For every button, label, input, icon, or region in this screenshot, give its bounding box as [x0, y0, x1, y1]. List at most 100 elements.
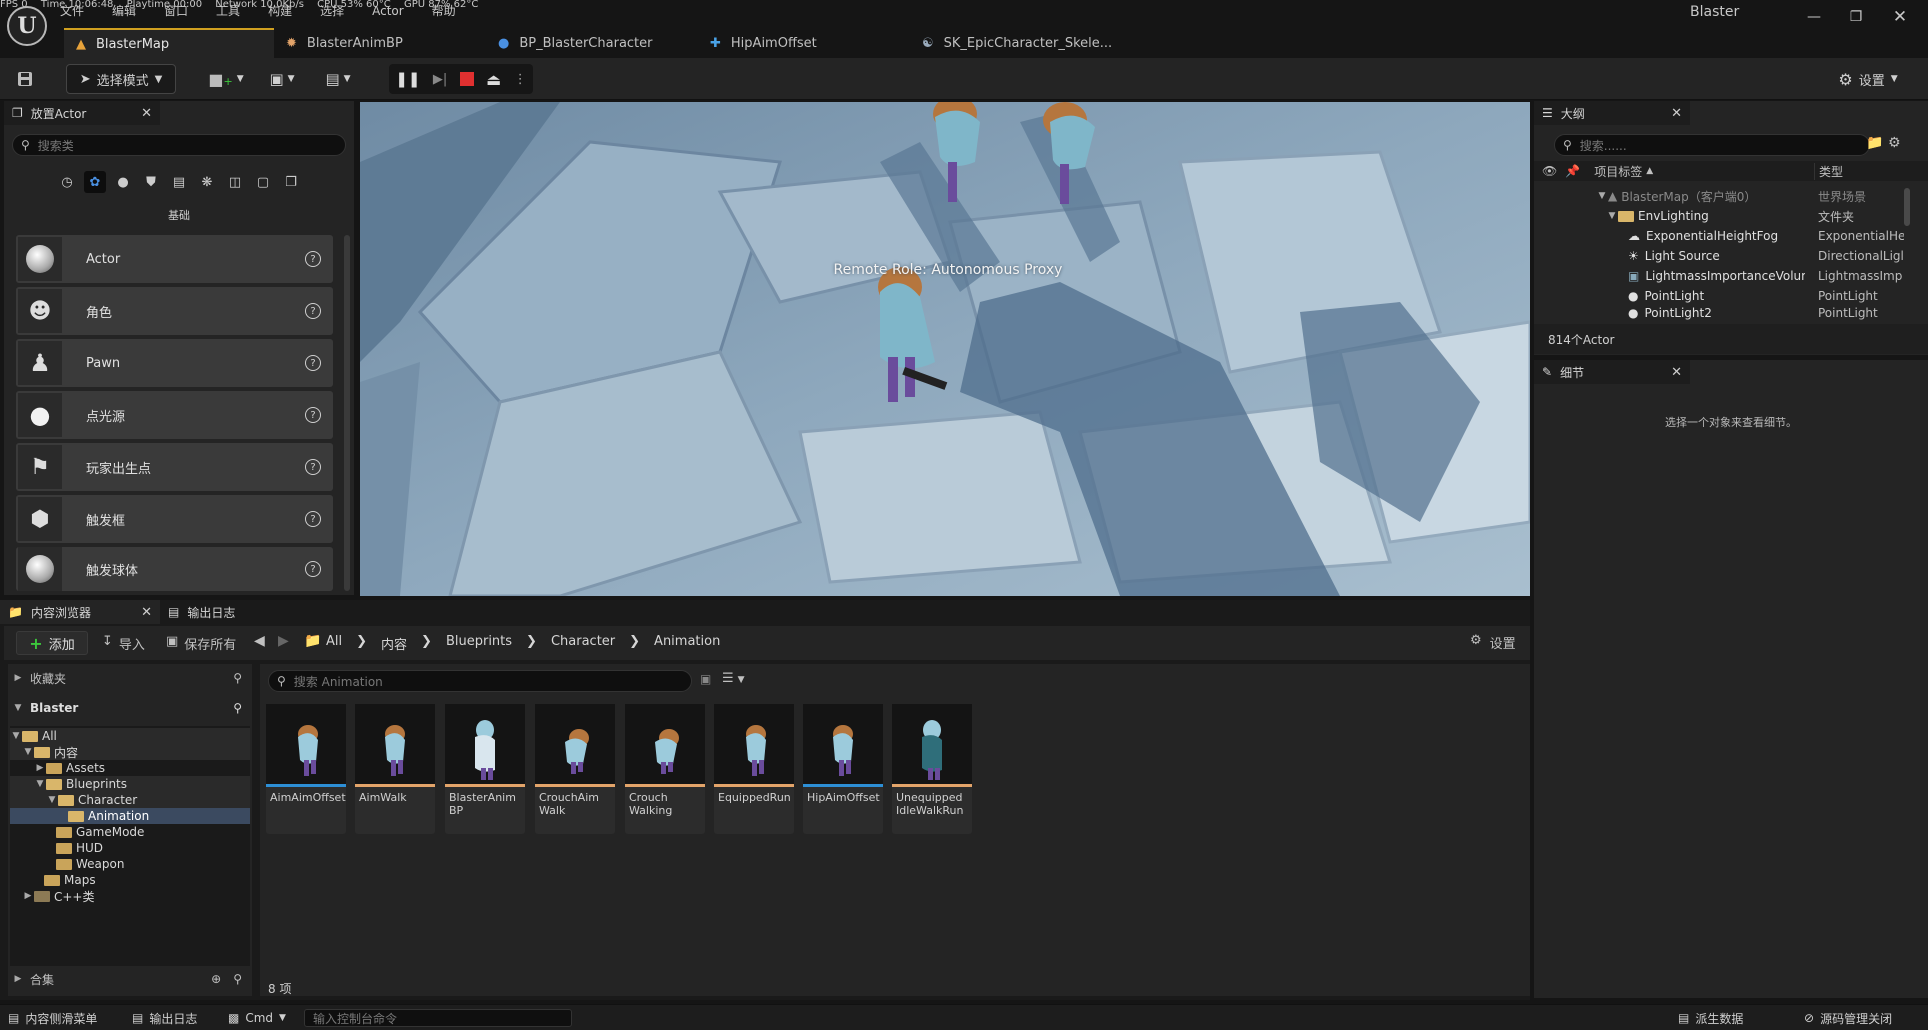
- breadcrumb-animation[interactable]: Animation: [654, 634, 720, 653]
- asset-tile[interactable]: Crouch Walking: [625, 704, 705, 834]
- console-input[interactable]: 输入控制台命令: [304, 1009, 572, 1027]
- help-icon[interactable]: ?: [305, 251, 321, 267]
- tab-hipaimoffset[interactable]: ✚ HipAimOffset: [698, 28, 910, 58]
- tab-skeleton[interactable]: ☯ SK_EpicCharacter_Skele...: [910, 28, 1122, 58]
- help-icon[interactable]: ?: [305, 561, 321, 577]
- place-item-player-start[interactable]: ⚑ 玩家出生点 ?: [16, 443, 333, 491]
- col-item-label[interactable]: 项目标签: [1594, 163, 1642, 180]
- tree-item-content[interactable]: ▼ 内容: [10, 744, 250, 760]
- tree-item-weapon[interactable]: Weapon: [10, 856, 124, 872]
- eject-icon[interactable]: ⏏: [486, 70, 501, 89]
- outliner-scrollbar[interactable]: [1904, 188, 1910, 226]
- search-icon[interactable]: ⚲: [233, 972, 242, 986]
- menu-edit[interactable]: 编辑: [112, 3, 136, 19]
- blueprint-button[interactable]: ▣ ▼: [262, 65, 302, 93]
- tree-item-blueprints[interactable]: ▼ Blueprints: [10, 776, 250, 792]
- place-actors-search[interactable]: ⚲ 搜索类: [12, 134, 346, 156]
- add-button[interactable]: + 添加: [16, 631, 88, 655]
- close-icon[interactable]: ✕: [1671, 365, 1682, 380]
- unreal-logo-icon[interactable]: U: [7, 6, 47, 46]
- pin-icon[interactable]: 📌: [1565, 164, 1580, 178]
- help-icon[interactable]: ?: [305, 459, 321, 475]
- asset-tile[interactable]: AimAimOffset: [266, 704, 346, 834]
- project-header[interactable]: ▼ Blaster ⚲: [8, 696, 252, 720]
- cinematic-icon[interactable]: ▤: [168, 171, 190, 193]
- tree-item-cpp-classes[interactable]: ▶ C++类: [10, 888, 95, 904]
- search-icon[interactable]: ⚲: [233, 671, 242, 685]
- asset-tile[interactable]: EquippedRun: [714, 704, 794, 834]
- breadcrumb-content[interactable]: 内容: [381, 634, 407, 653]
- asset-tile[interactable]: HipAimOffset: [803, 704, 883, 834]
- asset-tile[interactable]: AimWalk: [355, 704, 435, 834]
- visual-effects-icon[interactable]: ❋: [196, 171, 218, 193]
- asset-tile[interactable]: CrouchAim Walk: [535, 704, 615, 834]
- breadcrumb-all[interactable]: All: [326, 634, 342, 653]
- outliner-row[interactable]: ▼ ▲ BlasterMap（客户端0） 世界场景: [1536, 186, 1922, 206]
- place-item-character[interactable]: ☻ 角色 ?: [16, 287, 333, 335]
- stop-icon[interactable]: [459, 72, 474, 86]
- add-folder-icon[interactable]: 📁: [1866, 135, 1883, 151]
- outliner-search[interactable]: ⚲ 搜索......: [1554, 134, 1870, 156]
- tab-bp-blastercharacter[interactable]: ● BP_BlasterCharacter: [486, 28, 698, 58]
- settings-button[interactable]: ⚙ 设置 ▼: [1832, 65, 1904, 93]
- close-icon[interactable]: ✕: [1671, 106, 1682, 121]
- shapes-icon[interactable]: ⛊: [140, 171, 162, 193]
- place-item-actor[interactable]: Actor ?: [16, 235, 333, 283]
- add-collection-icon[interactable]: ⊕: [211, 972, 221, 986]
- menu-file[interactable]: 文件: [60, 3, 84, 19]
- close-icon[interactable]: ✕: [141, 605, 152, 620]
- menu-window[interactable]: 窗口: [164, 3, 188, 19]
- place-item-trigger-box[interactable]: ⬢ 触发框 ?: [16, 495, 333, 543]
- gear-icon[interactable]: ⚙: [1888, 135, 1901, 151]
- cmd-selector[interactable]: ▩ Cmd ▼: [228, 1009, 286, 1027]
- expand-arrow-icon[interactable]: ▼: [1606, 211, 1618, 221]
- frame-skip-icon[interactable]: ▶|: [433, 72, 447, 87]
- menu-select[interactable]: 选择: [320, 3, 344, 19]
- expand-arrow-icon[interactable]: ▼: [1596, 191, 1608, 201]
- outliner-row[interactable]: ▣ LightmassImportanceVolum LightmassImp: [1536, 266, 1922, 286]
- add-content-button[interactable]: ■+ ▼: [206, 65, 246, 93]
- history-forward-icon[interactable]: ▶: [278, 633, 289, 649]
- restore-icon[interactable]: ❐: [1838, 4, 1874, 30]
- tree-item-assets[interactable]: ▶ Assets: [10, 760, 106, 776]
- place-item-point-light[interactable]: ● 点光源 ?: [16, 391, 333, 439]
- breadcrumb-character[interactable]: Character: [551, 634, 615, 653]
- menu-help[interactable]: 帮助: [432, 3, 456, 19]
- tree-item-animation[interactable]: Animation: [10, 808, 250, 824]
- mode-select-button[interactable]: ➤ 选择模式 ▼: [66, 64, 176, 94]
- place-item-pawn[interactable]: ♟ Pawn ?: [16, 339, 333, 387]
- save-icon[interactable]: [12, 65, 38, 93]
- favorites-header[interactable]: ▶ 收藏夹 ⚲: [8, 666, 252, 690]
- asset-tile[interactable]: BlasterAnim BP: [445, 704, 525, 834]
- filter-icon[interactable]: ☰ ▼: [722, 671, 745, 686]
- help-icon[interactable]: ?: [305, 407, 321, 423]
- menu-actor[interactable]: Actor: [372, 3, 404, 19]
- all-classes-icon[interactable]: ❐: [280, 171, 302, 193]
- pause-icon[interactable]: ❚❚: [395, 70, 420, 88]
- col-type[interactable]: 类型: [1814, 162, 1843, 180]
- place-actors-scrollbar[interactable]: [344, 235, 350, 591]
- content-drawer-button[interactable]: ▤ 内容侧滑菜单: [8, 1009, 97, 1027]
- tab-details[interactable]: ✎ 细节 ✕: [1534, 360, 1690, 384]
- save-all-button[interactable]: ▣ 保存所有: [166, 634, 236, 653]
- history-back-icon[interactable]: ◀: [254, 633, 265, 649]
- outliner-row[interactable]: ● PointLight PointLight: [1536, 286, 1922, 306]
- search-icon[interactable]: ⚲: [233, 701, 242, 715]
- cinematics-button[interactable]: ▤ ▼: [318, 65, 358, 93]
- tree-item-maps[interactable]: Maps: [10, 872, 96, 888]
- breadcrumb-blueprints[interactable]: Blueprints: [446, 634, 512, 653]
- tab-output-log[interactable]: ▤ 输出日志: [160, 600, 270, 624]
- volumes-icon[interactable]: ▢: [252, 171, 274, 193]
- close-icon[interactable]: ✕: [141, 106, 152, 121]
- tree-item-hud[interactable]: HUD: [10, 840, 103, 856]
- tab-outliner[interactable]: ☰ 大纲 ✕: [1534, 101, 1690, 125]
- basic-shapes-icon[interactable]: ✿: [84, 171, 106, 193]
- menu-build[interactable]: 构建: [268, 3, 292, 19]
- tab-content-browser[interactable]: 📁 内容浏览器 ✕: [0, 600, 160, 624]
- recent-icon[interactable]: ◷: [56, 171, 78, 193]
- place-item-trigger-sphere[interactable]: 触发球体 ?: [16, 547, 333, 591]
- help-icon[interactable]: ?: [305, 355, 321, 371]
- more-options-icon[interactable]: ⋮: [514, 72, 527, 87]
- output-log-button[interactable]: ▤ 输出日志: [132, 1009, 197, 1027]
- level-viewport[interactable]: Remote Role: Autonomous Proxy: [360, 102, 1530, 596]
